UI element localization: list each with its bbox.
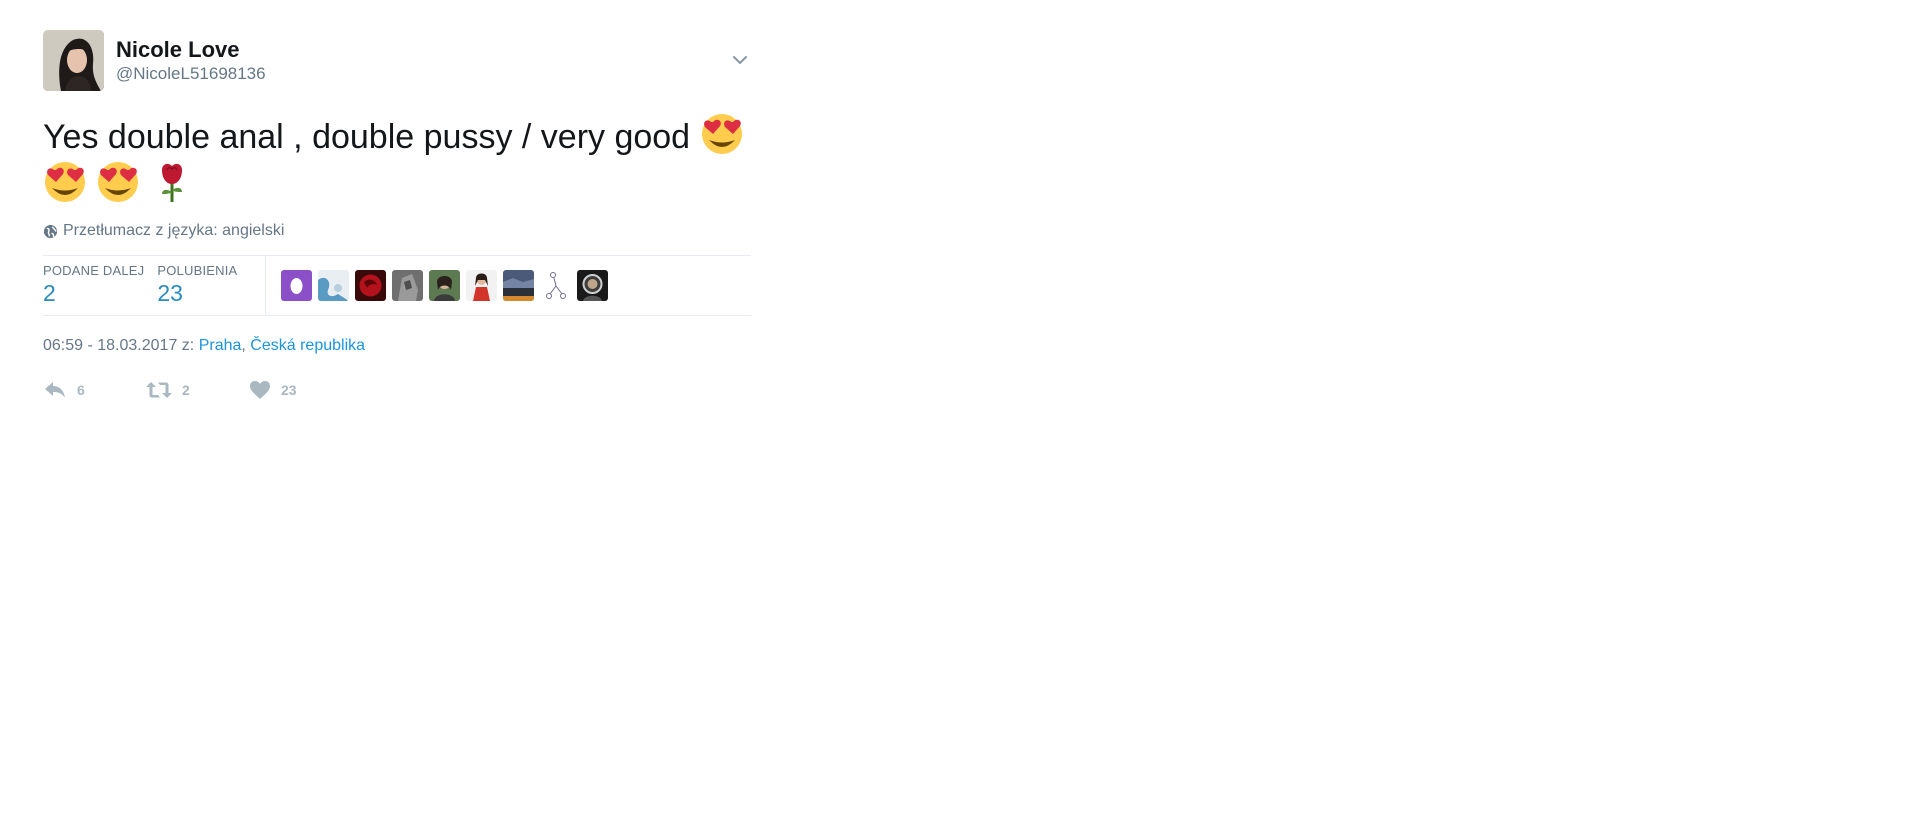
heart-icon xyxy=(250,381,270,399)
rose-emoji xyxy=(161,163,182,202)
author-handle[interactable]: @NicoleL51698136 xyxy=(116,63,266,85)
location-city-link[interactable]: Praha xyxy=(199,337,242,354)
tweet-stats: PODANE DALEJ 2 POLUBIENIA 23 xyxy=(43,255,751,316)
liker-avatar[interactable] xyxy=(429,270,461,301)
heart-eyes-emoji xyxy=(45,162,85,202)
liker-avatar[interactable] xyxy=(503,270,535,301)
chevron-down-icon[interactable] xyxy=(729,49,751,71)
retweets-stat[interactable]: PODANE DALEJ 2 xyxy=(43,256,144,315)
tweet-body: Yes double anal , double pussy / very go… xyxy=(43,118,691,156)
tweet-timestamp[interactable]: 06:59 - 18.03.2017 z: xyxy=(43,337,194,354)
translate-label: Przetłumacz z języka: angielski xyxy=(63,222,285,239)
tweet-metadata: 06:59 - 18.03.2017 z: Praha, Česká repub… xyxy=(43,336,751,356)
retweets-count: 2 xyxy=(43,280,56,306)
like-count: 23 xyxy=(281,382,297,398)
likes-label: POLUBIENIA xyxy=(157,263,238,278)
tweet-actions: 6 2 23 xyxy=(43,378,751,402)
liker-avatar[interactable] xyxy=(577,270,609,301)
heart-eyes-emoji xyxy=(98,162,139,202)
liker-avatar[interactable] xyxy=(355,270,387,301)
globe-icon xyxy=(43,224,58,238)
likes-count: 23 xyxy=(157,280,183,306)
likes-stat[interactable]: POLUBIENIA 23 xyxy=(157,256,237,315)
liker-avatar[interactable] xyxy=(281,270,313,301)
liker-avatar[interactable] xyxy=(392,270,424,301)
tweet-detail: Nicole Love @NicoleL51698136 Yes double … xyxy=(43,30,751,402)
stats-divider xyxy=(265,256,267,315)
liker-avatars xyxy=(281,256,609,315)
avatar[interactable] xyxy=(43,30,104,91)
retweet-icon xyxy=(146,382,172,398)
tweet-text: Yes double anal , double pussy / very go… xyxy=(43,112,751,208)
retweet-count: 2 xyxy=(182,382,190,398)
reply-count: 6 xyxy=(77,382,85,398)
like-button[interactable]: 23 xyxy=(249,380,352,400)
location-separator: , xyxy=(241,337,246,354)
reply-icon xyxy=(45,382,65,398)
heart-eyes-emoji xyxy=(701,114,742,154)
retweet-button[interactable]: 2 xyxy=(146,380,249,400)
liker-avatar[interactable] xyxy=(466,270,498,301)
tweet-header: Nicole Love @NicoleL51698136 xyxy=(43,30,751,92)
liker-avatar[interactable] xyxy=(540,270,572,301)
location-country-link[interactable]: Česká republika xyxy=(250,337,365,354)
reply-button[interactable]: 6 xyxy=(43,380,146,400)
retweets-label: PODANE DALEJ xyxy=(43,263,145,278)
author-names: Nicole Love @NicoleL51698136 xyxy=(116,37,266,85)
author-fullname[interactable]: Nicole Love xyxy=(116,37,266,63)
translate-link[interactable]: Przetłumacz z języka: angielski xyxy=(43,221,751,241)
liker-avatar[interactable] xyxy=(318,270,350,301)
